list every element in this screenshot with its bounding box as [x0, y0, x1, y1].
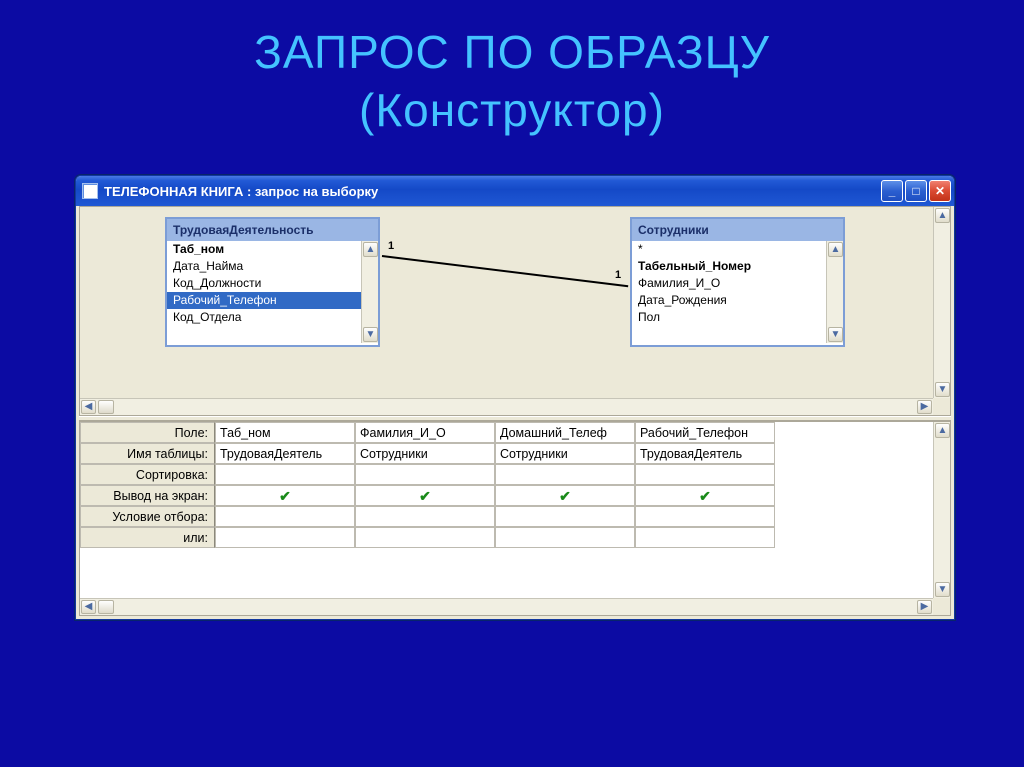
relations-hscrollbar[interactable]: ◀ ▶: [80, 398, 933, 415]
table-box-left-title: ТрудоваяДеятельность: [167, 219, 378, 241]
table-field-item[interactable]: Рабочий_Телефон: [167, 292, 361, 309]
query-designer-window: ТЕЛЕФОННАЯ КНИГА : запрос на выборку _ □…: [75, 175, 955, 620]
grid-cell[interactable]: ✔: [635, 485, 775, 506]
scroll-up-icon[interactable]: ▲: [935, 208, 950, 223]
grid-cell[interactable]: [215, 527, 355, 548]
grid-row-label: Вывод на экран:: [80, 485, 215, 506]
hscroll-thumb[interactable]: [98, 400, 114, 414]
table-field-item[interactable]: Дата_Найма: [167, 258, 361, 275]
minimize-button[interactable]: _: [881, 180, 903, 202]
table-field-item[interactable]: Пол: [632, 309, 826, 326]
scroll-down-icon[interactable]: ▼: [828, 327, 843, 342]
relation-label-left: 1: [388, 240, 394, 252]
table-field-item[interactable]: Таб_ном: [167, 241, 361, 258]
table-box-right-title: Сотрудники: [632, 219, 843, 241]
maximize-button[interactable]: □: [905, 180, 927, 202]
table-field-item[interactable]: Дата_Рождения: [632, 292, 826, 309]
grid-cell[interactable]: [355, 464, 495, 485]
grid-cell[interactable]: [495, 464, 635, 485]
table-left-scrollbar[interactable]: ▲ ▼: [361, 241, 378, 343]
table-field-item[interactable]: Код_Отдела: [167, 309, 361, 326]
grid-cell[interactable]: ✔: [355, 485, 495, 506]
window-icon: [82, 183, 98, 199]
grid-cell[interactable]: ✔: [495, 485, 635, 506]
scroll-up-icon[interactable]: ▲: [828, 242, 843, 257]
grid-cell[interactable]: [495, 506, 635, 527]
grid-cell[interactable]: Сотрудники: [355, 443, 495, 464]
table-field-item[interactable]: Фамилия_И_О: [632, 275, 826, 292]
table-field-item[interactable]: Код_Должности: [167, 275, 361, 292]
table-box-left[interactable]: ТрудоваяДеятельность Таб_номДата_НаймаКо…: [165, 217, 380, 347]
scroll-left-icon[interactable]: ◀: [81, 400, 96, 414]
scroll-left-icon[interactable]: ◀: [81, 600, 96, 614]
close-button[interactable]: ✕: [929, 180, 951, 202]
grid-cell[interactable]: ТрудоваяДеятель: [215, 443, 355, 464]
grid-cell[interactable]: [635, 506, 775, 527]
grid-cell[interactable]: [355, 527, 495, 548]
grid-hscrollbar[interactable]: ◀ ▶: [80, 598, 933, 615]
table-box-right[interactable]: Сотрудники *Табельный_НомерФамилия_И_ОДа…: [630, 217, 845, 347]
grid-cell[interactable]: ТрудоваяДеятель: [635, 443, 775, 464]
scroll-up-icon[interactable]: ▲: [363, 242, 378, 257]
scroll-down-icon[interactable]: ▼: [363, 327, 378, 342]
grid-cell[interactable]: Сотрудники: [495, 443, 635, 464]
table-field-item[interactable]: *: [632, 241, 826, 258]
grid-cell[interactable]: Фамилия_И_О: [355, 422, 495, 443]
grid-cell[interactable]: [215, 506, 355, 527]
grid-cell[interactable]: ✔: [215, 485, 355, 506]
table-right-scrollbar[interactable]: ▲ ▼: [826, 241, 843, 343]
grid-row-label: Сортировка:: [80, 464, 215, 485]
grid-cell[interactable]: [635, 464, 775, 485]
relation-label-right: 1: [615, 269, 621, 281]
hscroll-thumb[interactable]: [98, 600, 114, 614]
grid-cell[interactable]: Таб_ном: [215, 422, 355, 443]
grid-row-label: Условие отбора:: [80, 506, 215, 527]
grid-vscrollbar[interactable]: ▲ ▼: [933, 422, 950, 598]
grid-cell[interactable]: [635, 527, 775, 548]
relations-pane: ТрудоваяДеятельность Таб_номДата_НаймаКо…: [79, 206, 951, 416]
scroll-right-icon[interactable]: ▶: [917, 600, 932, 614]
scroll-down-icon[interactable]: ▼: [935, 382, 950, 397]
grid-cell[interactable]: Домашний_Телеф: [495, 422, 635, 443]
window-title: ТЕЛЕФОННАЯ КНИГА : запрос на выборку: [104, 184, 378, 199]
relation-line[interactable]: [382, 255, 628, 287]
grid-row-label: или:: [80, 527, 215, 548]
grid-cell[interactable]: Рабочий_Телефон: [635, 422, 775, 443]
grid-cell[interactable]: [355, 506, 495, 527]
scroll-down-icon[interactable]: ▼: [935, 582, 950, 597]
grid-cell[interactable]: [215, 464, 355, 485]
grid-cell[interactable]: [495, 527, 635, 548]
relations-vscrollbar[interactable]: ▲ ▼: [933, 207, 950, 398]
query-grid[interactable]: Поле:Таб_номФамилия_И_ОДомашний_ТелефРаб…: [80, 422, 933, 548]
query-grid-pane: Поле:Таб_номФамилия_И_ОДомашний_ТелефРаб…: [79, 421, 951, 616]
scroll-up-icon[interactable]: ▲: [935, 423, 950, 438]
scroll-right-icon[interactable]: ▶: [917, 400, 932, 414]
grid-row-label: Поле:: [80, 422, 215, 443]
table-field-item[interactable]: Табельный_Номер: [632, 258, 826, 275]
slide-title: ЗАПРОС ПО ОБРАЗЦУ (Конструктор): [0, 0, 1024, 139]
titlebar[interactable]: ТЕЛЕФОННАЯ КНИГА : запрос на выборку _ □…: [76, 176, 954, 206]
grid-row-label: Имя таблицы:: [80, 443, 215, 464]
